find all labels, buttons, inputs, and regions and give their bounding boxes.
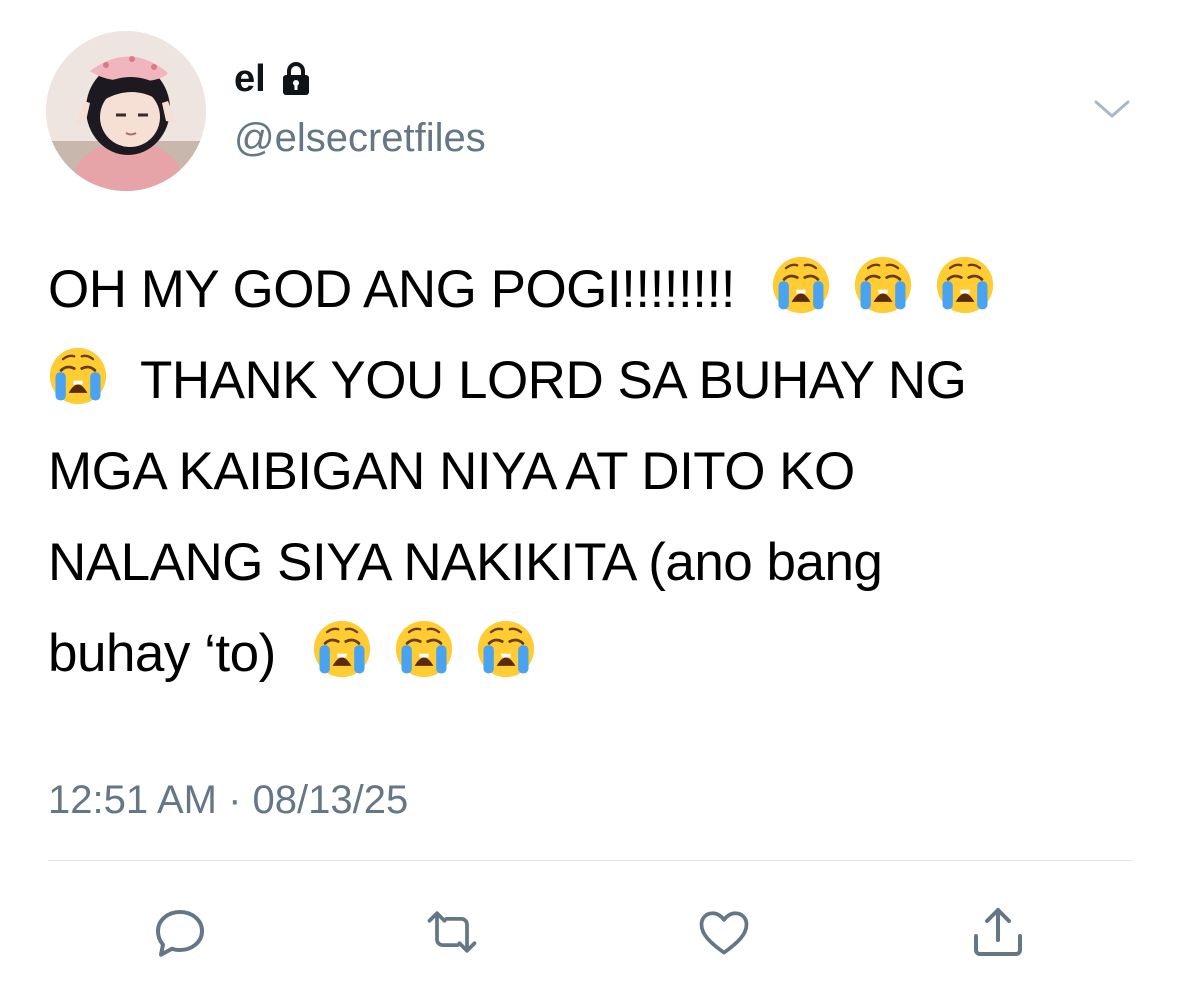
tweet-line: THANK YOU LORD SA BUHAY NG (48, 335, 1128, 426)
loudly-crying-face-icon (771, 255, 831, 315)
loudly-crying-face-icon (853, 255, 913, 315)
loudly-crying-face-icon (935, 255, 995, 315)
tweet-text: OH MY GOD ANG POGI!!!!!!!! THANK YOU LOR… (48, 244, 1128, 699)
tweet-line: OH MY GOD ANG POGI!!!!!!!! (48, 244, 1128, 335)
chevron-down-icon[interactable] (1092, 96, 1132, 122)
user-handle[interactable]: @elsecretfiles (234, 118, 486, 158)
share-button[interactable] (968, 902, 1028, 962)
retweet-button[interactable] (422, 902, 482, 962)
like-button[interactable] (694, 902, 754, 962)
display-name-text: el (234, 58, 266, 100)
loudly-crying-face-icon (476, 619, 536, 679)
tweet-line-text: MGA KAIBIGAN NIYA AT DITO KO (48, 442, 855, 501)
tweet-line-text: NALANG SIYA NAKIKITA (ano bang (48, 533, 883, 592)
reply-icon (156, 910, 204, 957)
divider (48, 860, 1132, 861)
share-icon (974, 908, 1022, 956)
lock-icon (278, 61, 314, 97)
tweet-line: NALANG SIYA NAKIKITA (ano bang (48, 517, 1128, 608)
reply-button[interactable] (150, 902, 210, 962)
tweet-line: buhay ‘to) (48, 608, 1128, 699)
tweet-line-text: THANK YOU LORD SA BUHAY NG (140, 351, 967, 410)
timestamp[interactable]: 12:51 AM · 08/13/25 (48, 780, 408, 820)
heart-icon (699, 911, 749, 955)
display-name[interactable]: el (234, 60, 314, 98)
tweet: el @elsecretfiles OH MY GOD ANG POGI!!!!… (0, 0, 1179, 996)
tweet-line-text: OH MY GOD ANG POGI!!!!!!!! (48, 260, 735, 319)
retweet-icon (427, 911, 477, 953)
loudly-crying-face-icon (394, 619, 454, 679)
loudly-crying-face-icon (312, 619, 372, 679)
tweet-line-text: buhay ‘to) (48, 624, 276, 683)
loudly-crying-face-icon (48, 346, 108, 406)
tweet-line: MGA KAIBIGAN NIYA AT DITO KO (48, 426, 1128, 517)
avatar[interactable] (46, 31, 206, 191)
